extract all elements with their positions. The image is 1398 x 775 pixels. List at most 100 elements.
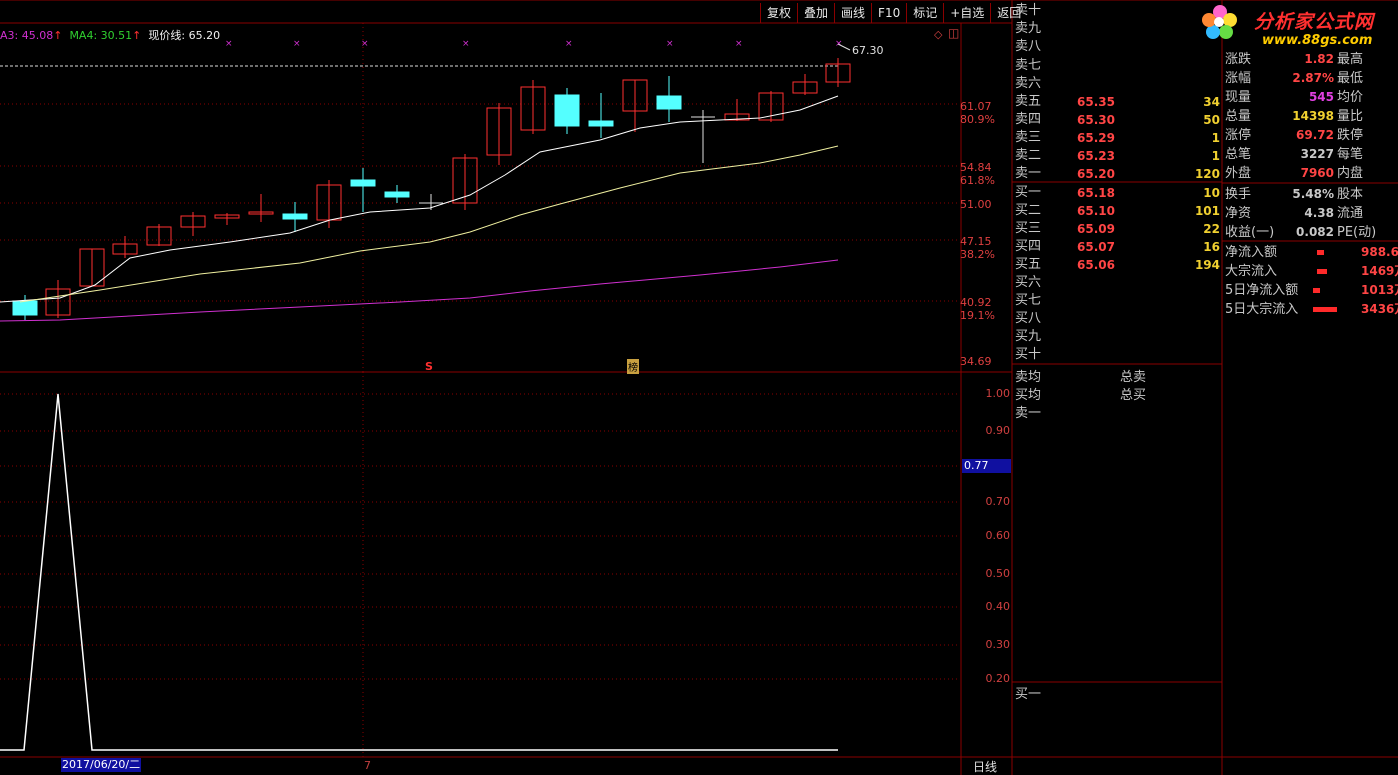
- buy-row[interactable]: 买八: [1015, 310, 1220, 328]
- buy-row[interactable]: 买一 65.18 10: [1015, 184, 1220, 202]
- buy-level-label: 买八: [1015, 311, 1042, 326]
- top-x-marker: ×: [293, 39, 301, 49]
- buy-row[interactable]: 买六: [1015, 274, 1220, 292]
- flow-value: 1469万: [1361, 264, 1398, 278]
- top-x-marker: ×: [361, 39, 369, 49]
- buy-avg-label: 买均: [1015, 388, 1042, 403]
- quote-row: 换手 5.48% 股本: [1225, 185, 1398, 204]
- buy1-detail-label: 买一: [1015, 687, 1042, 702]
- sell-level-label: 卖十: [1015, 3, 1042, 18]
- buy-level-label: 买五: [1015, 257, 1042, 272]
- period-daily-button[interactable]: 日线: [973, 758, 997, 775]
- buy-level-label: 买九: [1015, 329, 1042, 344]
- quote-label-right: 内盘: [1337, 166, 1364, 181]
- quote-label: 外盘: [1225, 166, 1252, 181]
- flow-value: 3436万: [1361, 302, 1398, 316]
- buy-row[interactable]: 买四 65.07 16: [1015, 238, 1220, 256]
- sub-axis-8: 0.20: [985, 672, 1011, 685]
- quote-label-right: 每笔: [1337, 147, 1364, 162]
- buy-row[interactable]: 买三 65.09 22: [1015, 220, 1220, 238]
- sell-row[interactable]: 卖一 65.20 120: [1015, 165, 1220, 183]
- quote-label: 收益(一): [1225, 225, 1275, 240]
- capital-flow-row: 5日净流入额 1013万: [1225, 281, 1398, 300]
- diamond-icon[interactable]: ◇: [934, 28, 942, 41]
- quote-value: 1.82: [1304, 52, 1334, 66]
- quote-label-right: 流通: [1337, 206, 1364, 221]
- quote-value: 2.87%: [1292, 71, 1334, 85]
- buy-level-label: 买十: [1015, 347, 1042, 362]
- buy-volume: 10: [1203, 186, 1220, 200]
- ma4-arrow: ↑: [132, 29, 142, 42]
- flow-value: 1013万: [1361, 283, 1398, 297]
- buy-price: 65.18: [1077, 186, 1115, 200]
- mark-button[interactable]: 标记: [906, 3, 943, 23]
- high-price-label: 67.30: [852, 44, 884, 57]
- candle-body: [384, 191, 410, 198]
- sub-axis-1: 1.00: [985, 387, 1011, 400]
- buy-level-label: 买六: [1015, 275, 1042, 290]
- cursor-date: 2017/06/20/二: [61, 758, 142, 772]
- price-axis-4: 47.15 38.2%: [960, 235, 995, 261]
- sell-row[interactable]: 卖十: [1015, 2, 1220, 20]
- sell-avg-label: 卖均: [1015, 370, 1042, 385]
- buy-level-label: 买七: [1015, 293, 1042, 308]
- sub-current-value: 0.77: [962, 459, 1011, 473]
- ma3-arrow: ↑: [53, 29, 63, 42]
- buy-level-label: 买四: [1015, 239, 1042, 254]
- buy-volume: 101: [1194, 204, 1220, 218]
- quote-row: 净资 4.38 流通: [1225, 204, 1398, 223]
- top-x-marker: ×: [565, 39, 573, 49]
- buy-price: 65.09: [1077, 222, 1115, 236]
- draw-line-button[interactable]: 画线: [834, 3, 871, 23]
- flow-label: 5日净流入额: [1225, 283, 1299, 298]
- sub-axis-4: 0.60: [985, 529, 1011, 542]
- sell-volume: 50: [1203, 113, 1220, 127]
- sell-row[interactable]: 卖二 65.23 1: [1015, 147, 1220, 165]
- sell-row[interactable]: 卖三 65.29 1: [1015, 129, 1220, 147]
- quote-label-right: 跌停: [1337, 128, 1364, 143]
- add-watchlist-button[interactable]: +自选: [943, 3, 990, 23]
- buy-row[interactable]: 买五 65.06 194: [1015, 256, 1220, 274]
- signal-s-marker: S: [425, 360, 433, 373]
- sell-row[interactable]: 卖六: [1015, 75, 1220, 93]
- window-icon[interactable]: ◫: [948, 26, 959, 40]
- capital-flow-row: 净流入额 988.6万: [1225, 243, 1398, 262]
- quote-row: 总量 14398 量比: [1225, 107, 1398, 126]
- quote-row: 涨跌 1.82 最高: [1225, 50, 1398, 69]
- quote-row: 总笔 3227 每笔: [1225, 145, 1398, 164]
- quote-label: 涨跌: [1225, 52, 1252, 67]
- quote-label-right: PE(动): [1337, 225, 1377, 240]
- sell-row[interactable]: 卖七: [1015, 57, 1220, 75]
- sell-row[interactable]: 卖五 65.35 34: [1015, 93, 1220, 111]
- capital-flow-row: 5日大宗流入 3436万: [1225, 300, 1398, 319]
- buy-row[interactable]: 买二 65.10 101: [1015, 202, 1220, 220]
- quote-value: 5.48%: [1292, 187, 1334, 201]
- buy-row[interactable]: 买十: [1015, 346, 1220, 364]
- sell-row[interactable]: 卖四 65.30 50: [1015, 111, 1220, 129]
- sell-level-label: 卖四: [1015, 112, 1042, 127]
- buy-level-label: 买一: [1015, 185, 1042, 200]
- overlay-button[interactable]: 叠加: [797, 3, 834, 23]
- quote-value: 7960: [1300, 166, 1334, 180]
- list-marker: 榜: [627, 359, 639, 374]
- buy-row[interactable]: 买七: [1015, 292, 1220, 310]
- buy-price: 65.10: [1077, 204, 1115, 218]
- flow-bar: [1317, 269, 1327, 274]
- quote-row: 现量 545 均价: [1225, 88, 1398, 107]
- quote-label-right: 量比: [1337, 109, 1364, 124]
- candle-body: [656, 95, 682, 110]
- candle-body: [554, 94, 580, 127]
- buy-row[interactable]: 买九: [1015, 328, 1220, 346]
- buy-price: 65.06: [1077, 258, 1115, 272]
- sell-row[interactable]: 卖八: [1015, 38, 1220, 56]
- quote-value: 545: [1308, 90, 1334, 104]
- sell-volume: 120: [1194, 167, 1220, 181]
- logo-flower-icon: [1200, 2, 1237, 39]
- sell-row[interactable]: 卖九: [1015, 20, 1220, 38]
- f10-button[interactable]: F10: [871, 3, 906, 23]
- sell-volume: 1: [1211, 131, 1220, 145]
- fuquan-button[interactable]: 复权: [760, 3, 797, 23]
- buy-price: 65.07: [1077, 240, 1115, 254]
- flow-bar: [1317, 250, 1324, 255]
- ma-yellow-line: [19, 145, 839, 303]
